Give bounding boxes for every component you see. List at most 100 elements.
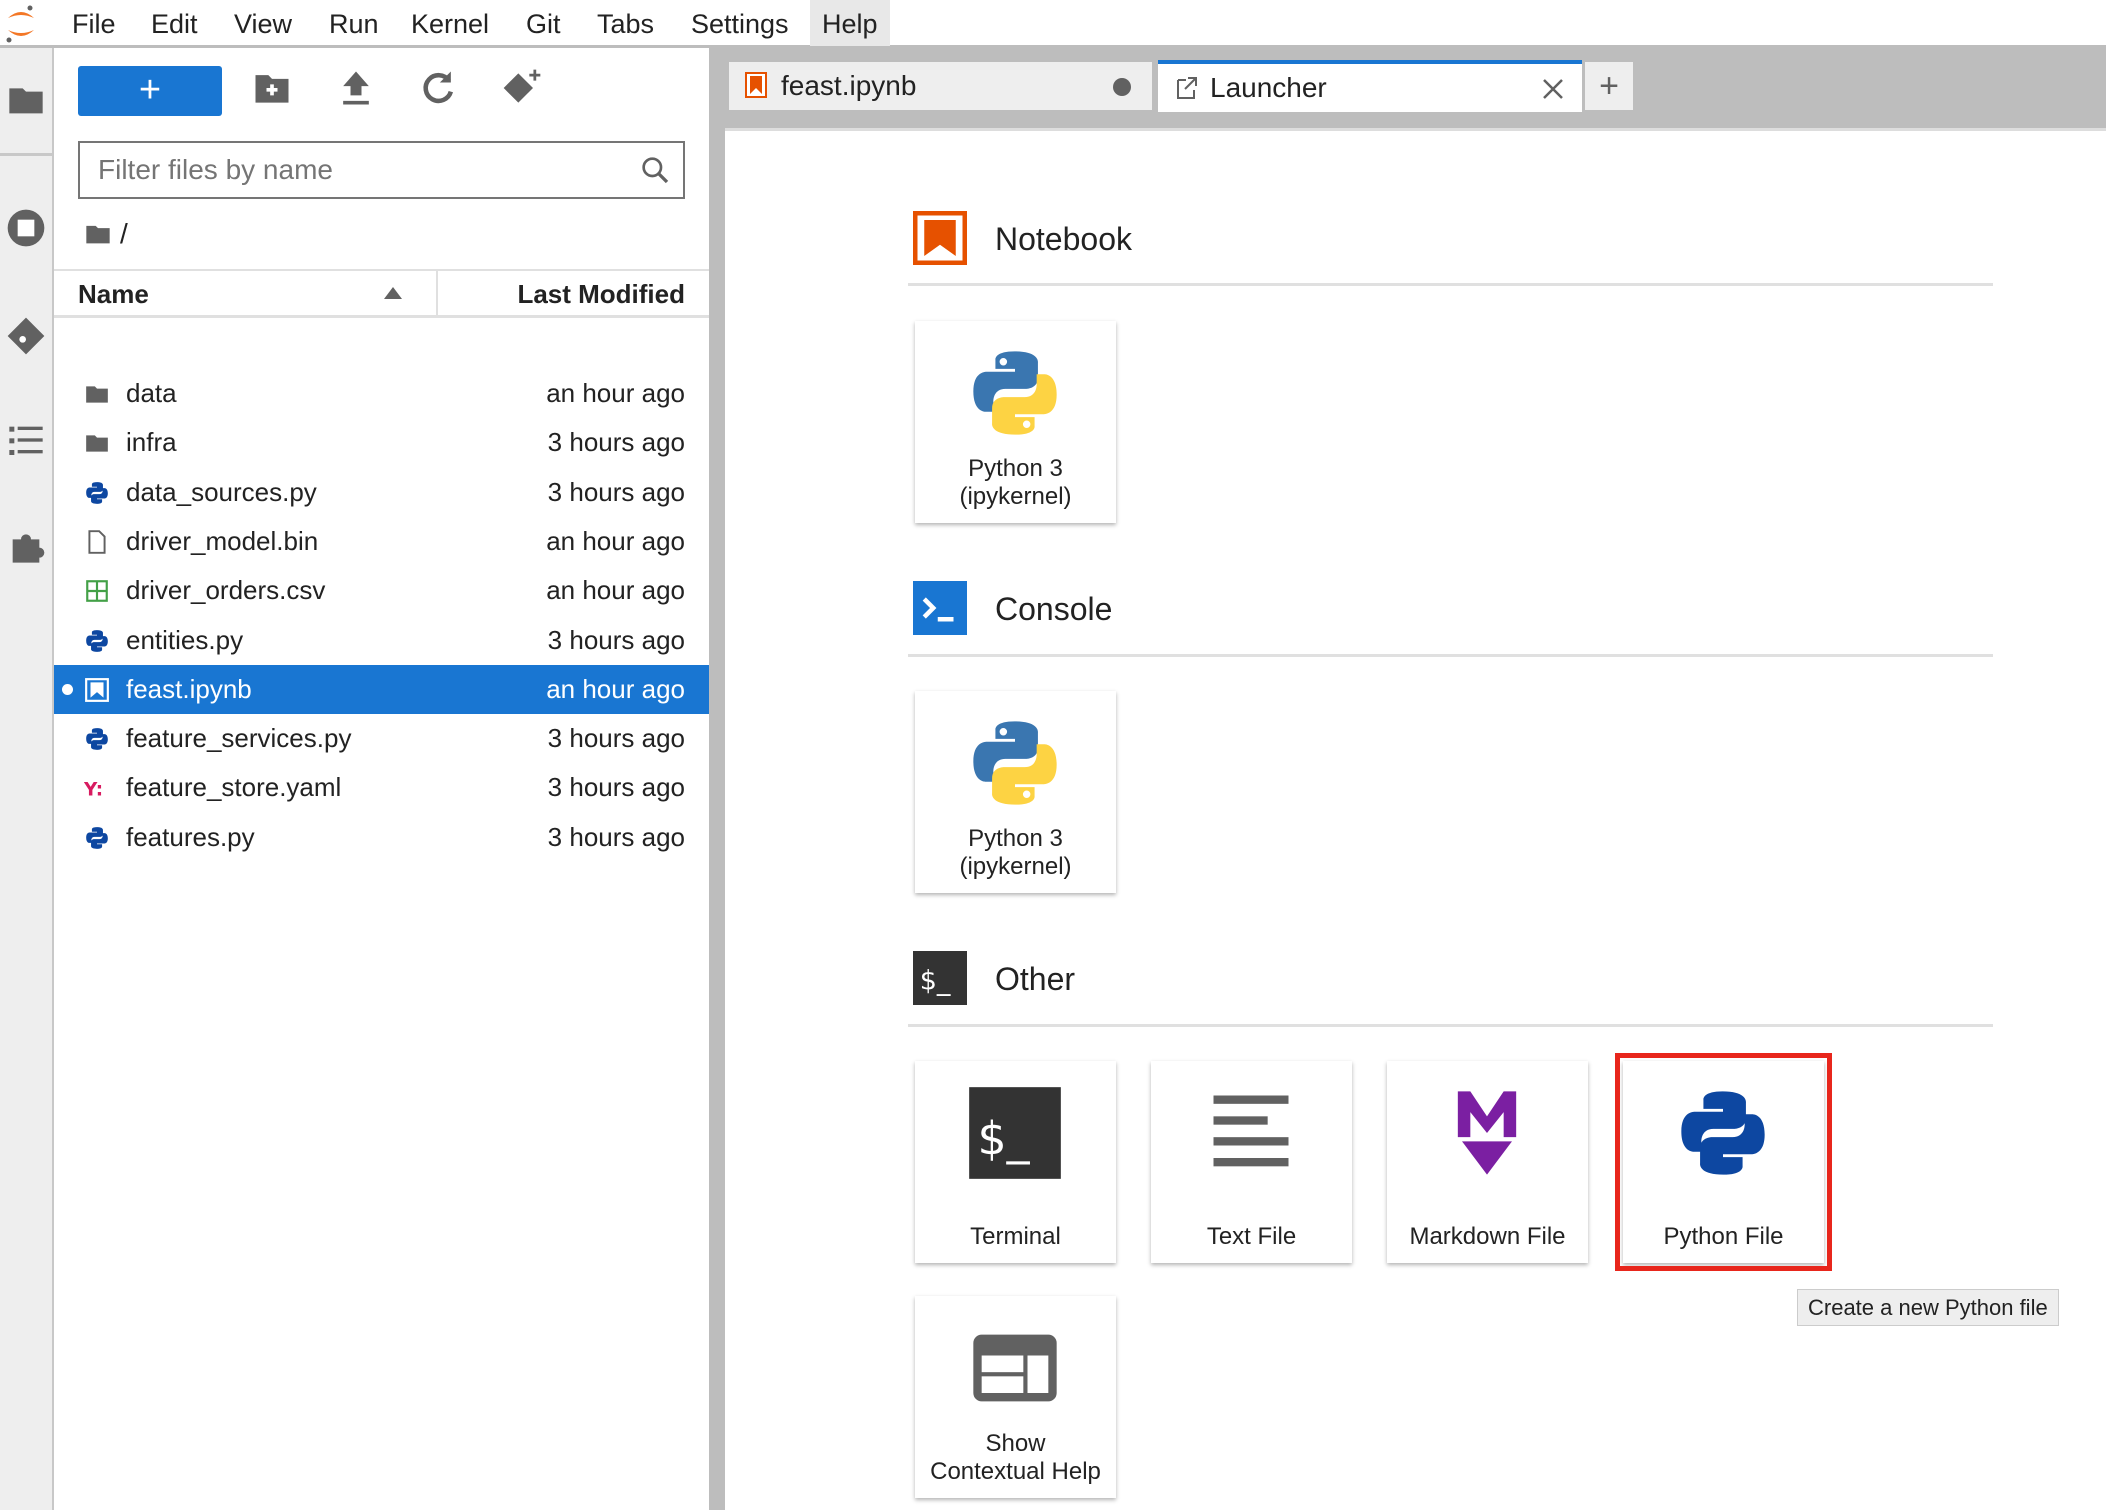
file-modified: an hour ago — [546, 525, 685, 556]
file-modified: 3 hours ago — [547, 723, 685, 754]
file-name: feature_store.yaml — [126, 772, 342, 803]
file-row[interactable]: data an hour ago — [54, 369, 709, 418]
git-clone-icon[interactable] — [500, 66, 544, 110]
file-modified: 3 hours ago — [547, 821, 685, 852]
folder-icon[interactable] — [6, 80, 46, 120]
unsaved-dot-icon[interactable] — [1113, 78, 1131, 96]
file-row[interactable]: feast.ipynb an hour ago — [54, 664, 709, 714]
file-modified: 3 hours ago — [547, 427, 685, 458]
file-name: data_sources.py — [126, 476, 317, 507]
svg-text:$_: $_ — [978, 1111, 1031, 1165]
file-row[interactable]: infra 3 hours ago — [54, 418, 709, 467]
filter-files-input[interactable] — [78, 141, 685, 199]
menu-file[interactable]: File — [60, 0, 128, 46]
breadcrumb-path[interactable]: / — [120, 218, 128, 250]
menu-view[interactable]: View — [222, 0, 304, 46]
section-title-notebook: Notebook — [995, 221, 1132, 257]
git-icon[interactable] — [6, 316, 46, 356]
refresh-icon[interactable] — [416, 66, 460, 110]
python-icon — [86, 481, 108, 504]
file-name: data — [126, 378, 177, 408]
python-icon — [86, 826, 108, 849]
card-label: Python File — [1663, 1223, 1784, 1250]
upload-icon[interactable] — [334, 66, 378, 110]
menu-edit[interactable]: Edit — [139, 0, 210, 46]
folder-icon — [86, 435, 108, 452]
extensions-icon[interactable] — [6, 526, 46, 566]
file-name: infra — [126, 427, 177, 458]
new-tab-button[interactable]: + — [1585, 62, 1633, 110]
text-file-icon — [1213, 1095, 1289, 1167]
menu-kernel[interactable]: Kernel — [399, 0, 501, 46]
markdown-file-card[interactable]: Markdown File — [1387, 1061, 1588, 1263]
menu-run[interactable]: Run — [317, 0, 391, 46]
file-modified: an hour ago — [546, 378, 685, 408]
tab-bar: feast.ipynb Launcher + — [725, 48, 2106, 128]
other-section-icon: $_ — [913, 951, 967, 1005]
sort-ascending-icon — [384, 287, 402, 299]
file-row[interactable]: features.py 3 hours ago — [54, 813, 709, 862]
activity-bar — [0, 48, 54, 1510]
file-row[interactable]: driver_orders.csv an hour ago — [54, 566, 709, 615]
menu-tabs[interactable]: Tabs — [585, 0, 666, 46]
tab-label: feast.ipynb — [781, 70, 917, 101]
breadcrumb-folder-icon[interactable] — [84, 220, 112, 248]
menu-help[interactable]: Help — [810, 0, 890, 46]
menu-git[interactable]: Git — [514, 0, 573, 46]
column-last-modified[interactable]: Last Modified — [517, 279, 685, 310]
card-label: Python 3 (ipykernel) — [959, 455, 1072, 510]
notebook-section-icon — [913, 211, 967, 265]
csv-icon — [86, 580, 108, 603]
folder-icon — [86, 386, 108, 403]
running-indicator-icon — [62, 683, 73, 695]
file-row[interactable]: feature_services.py 3 hours ago — [54, 714, 709, 763]
console-section-icon — [913, 581, 967, 635]
file-row[interactable]: entities.py 3 hours ago — [54, 616, 709, 665]
menu-settings[interactable]: Settings — [679, 0, 801, 46]
file-name: driver_orders.csv — [126, 575, 326, 606]
svg-text:$_: $_ — [920, 965, 951, 996]
search-icon — [642, 157, 669, 184]
card-label: Text File — [1206, 1223, 1297, 1250]
tab-feast-ipynb[interactable]: feast.ipynb — [729, 62, 1152, 110]
card-label: Terminal — [970, 1223, 1061, 1250]
python-file-card[interactable]: Python File — [1615, 1053, 1832, 1271]
markdown-icon — [1457, 1091, 1517, 1175]
file-name: entities.py — [126, 624, 244, 655]
contextual-help-card[interactable]: Show Contextual Help — [915, 1296, 1116, 1498]
text-file-card[interactable]: Text File — [1151, 1061, 1352, 1263]
file-row[interactable]: data_sources.py 3 hours ago — [54, 468, 709, 517]
file-row[interactable]: Y: feature_store.yaml 3 hours ago — [54, 763, 709, 812]
console-python3-card[interactable]: Python 3 (ipykernel) — [915, 691, 1116, 893]
file-icon — [88, 530, 106, 554]
file-name: feature_services.py — [126, 723, 352, 754]
card-label: Python 3 (ipykernel) — [959, 825, 1072, 880]
new-folder-icon[interactable] — [250, 66, 294, 110]
file-name: features.py — [126, 821, 255, 852]
new-launcher-button[interactable]: + — [78, 66, 222, 116]
notebook-python3-card[interactable]: Python 3 (ipykernel) — [915, 321, 1116, 523]
panel-splitter[interactable] — [709, 48, 725, 1510]
running-kernels-icon[interactable] — [6, 208, 46, 248]
tab-launcher[interactable]: Launcher — [1158, 60, 1582, 112]
card-label: Markdown File — [1409, 1223, 1566, 1250]
notebook-icon — [85, 677, 109, 702]
file-browser: + / Name Last Modified data an hour ago in… — [54, 48, 709, 1510]
table-of-contents-icon[interactable] — [6, 420, 46, 460]
notebook-icon — [745, 72, 767, 98]
yaml-icon: Y: — [84, 780, 103, 801]
file-modified: 3 hours ago — [547, 772, 685, 803]
file-name: driver_model.bin — [126, 525, 319, 556]
column-name[interactable]: Name — [78, 279, 149, 310]
file-modified: 3 hours ago — [547, 624, 685, 655]
svg-text:Y:: Y: — [84, 780, 103, 801]
file-row[interactable]: driver_model.bin an hour ago — [54, 517, 709, 566]
file-modified: 3 hours ago — [547, 476, 685, 507]
python-logo-icon — [973, 351, 1057, 435]
terminal-card[interactable]: $_ Terminal — [915, 1061, 1116, 1263]
contextual-help-icon — [973, 1334, 1057, 1402]
close-icon[interactable] — [1542, 78, 1564, 100]
section-title-console: Console — [995, 591, 1113, 627]
launcher-icon — [1177, 77, 1197, 99]
section-title-other: Other — [995, 961, 1076, 997]
